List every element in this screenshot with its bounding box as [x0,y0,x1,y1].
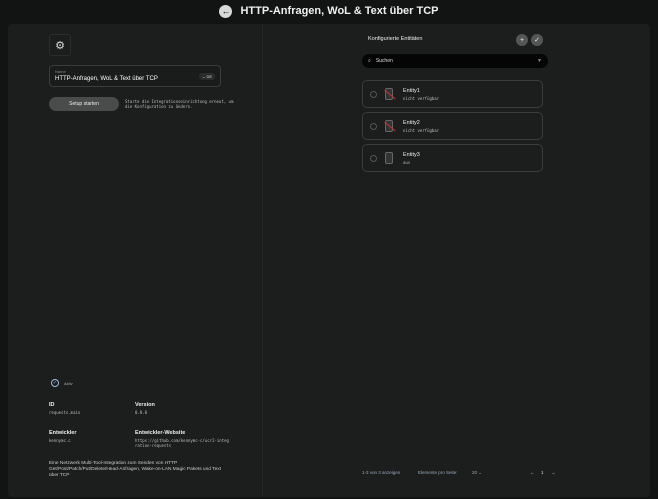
filter-icon[interactable]: ▼ [537,58,542,64]
device-icon [385,152,393,164]
add-entity-button[interactable]: + [516,34,528,46]
website-link[interactable]: https://github.com/kennymc-c/ucr2-integr… [135,438,230,448]
entity-radio[interactable] [370,155,377,162]
name-value: HTTP-Anfragen, WoL & Text über TCP [55,76,158,82]
device-unavailable-icon [385,88,393,100]
select-button[interactable]: ✓ [531,34,543,46]
entity-radio[interactable] [370,91,377,98]
entity-name: Entity3 [403,152,420,158]
back-button[interactable]: ← [219,4,233,18]
per-page-value: 20 [472,470,478,475]
id-label: ID [49,402,55,408]
entity-name: Entity1 [403,88,420,94]
website-label: Entwickler-Website [135,430,186,436]
id-value: requests.main [49,410,81,415]
check-circle-icon: ✓ [51,379,59,387]
entity-name: Entity2 [403,120,420,126]
per-page-select[interactable]: 20 ⌄ [472,470,482,476]
integration-description: Eine Netzwerk Multi-Tool-Integration zum… [49,461,221,478]
search-placeholder: Suchen [375,58,393,64]
device-unavailable-icon [385,120,393,132]
language-value: DE [206,74,212,79]
entity-item[interactable]: Entity3 aus [362,144,543,172]
pagination-summary: 1-3 von 3 anzeigen [362,470,401,475]
name-field[interactable]: Name HTTP-Anfragen, WoL & Text über TCP … [49,65,221,87]
status: ✓ Aktiv [51,379,73,387]
main-panel: ⚙ Name HTTP-Anfragen, WoL & Text über TC… [8,24,650,497]
entity-radio[interactable] [370,123,377,130]
entity-state: nicht verfügbar [403,96,440,101]
divider [262,24,263,497]
search-icon: ⌕ [368,58,371,64]
current-page: 1 [541,470,544,475]
developer-label: Entwickler [49,430,77,436]
per-page-label: Elemente pro Seite: [418,470,458,475]
next-page-button[interactable]: → [551,470,556,475]
setup-button[interactable]: Setup starten [49,97,119,111]
prev-page-button[interactable]: ← [530,470,535,475]
entity-state: aus [403,160,411,165]
setup-description: Starte die Integrationseinrichtung erneu… [125,99,234,109]
entity-state: nicht verfügbar [403,128,440,133]
version-value: 0.8.8 [135,410,148,415]
top-bar: ← HTTP-Anfragen, WoL & Text über TCP [0,0,658,22]
developer-value: kennymc.c [49,438,71,443]
name-label: Name [55,69,66,74]
entity-item[interactable]: Entity2 nicht verfügbar [362,112,543,140]
entities-title: Konfigurierte Entitäten [368,36,423,42]
version-label: Version [135,402,155,408]
status-text: Aktiv [64,380,73,386]
integration-logo-icon: ⚙ [49,34,71,56]
language-select[interactable]: ⌄ DE [198,73,215,80]
entity-item[interactable]: Entity1 nicht verfügbar [362,80,543,108]
search-input[interactable]: ⌕ Suchen ▼ [362,54,548,68]
page-title: HTTP-Anfragen, WoL & Text über TCP [240,5,439,17]
